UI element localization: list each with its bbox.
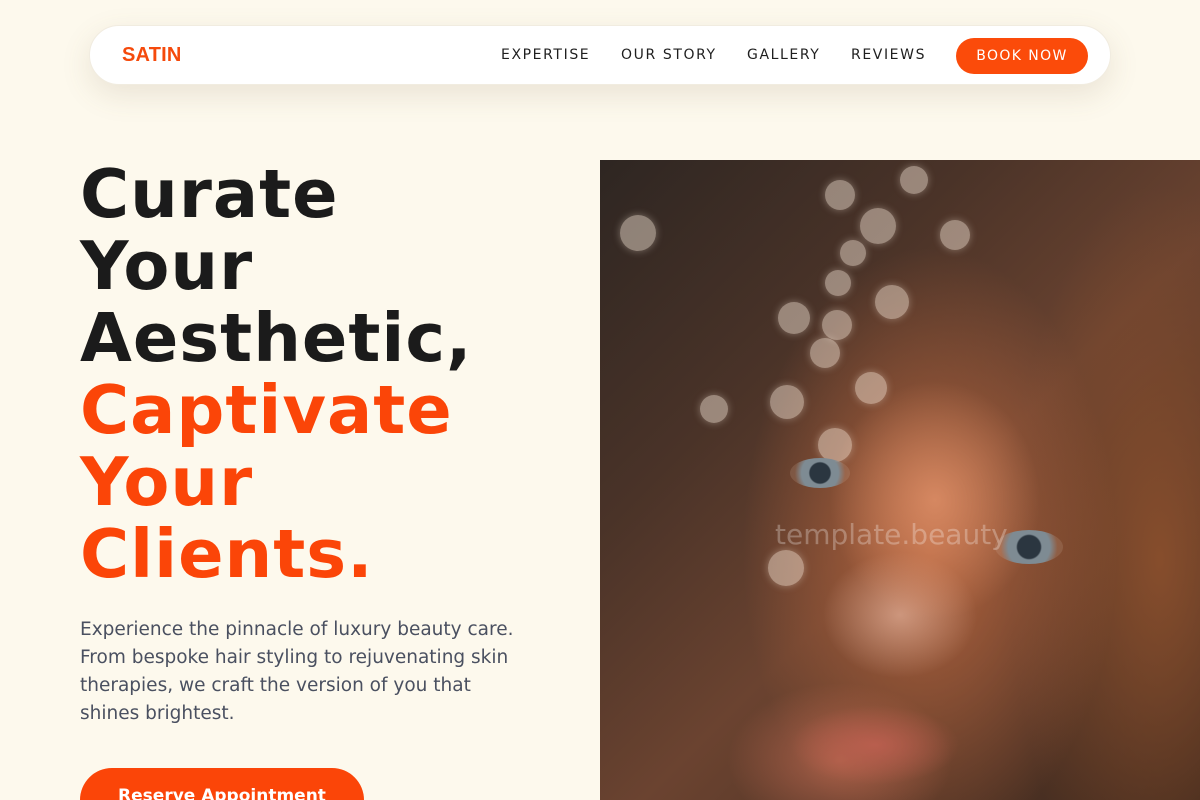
- portrait-lips: [790, 705, 960, 785]
- nav-link-expertise[interactable]: EXPERTISE: [501, 47, 590, 63]
- bokeh-light: [940, 220, 970, 250]
- bokeh-light: [855, 372, 887, 404]
- headline-accent-line: Your: [80, 443, 254, 521]
- headline-line: Aesthetic,: [80, 299, 473, 377]
- portrait-eye: [790, 458, 850, 488]
- headline-line: Your: [80, 227, 254, 305]
- bokeh-light: [860, 208, 896, 244]
- headline-accent-line: Clients.: [80, 515, 374, 593]
- hero-headline: Curate Your Aesthetic, Captivate Your Cl…: [80, 158, 580, 590]
- bokeh-light: [778, 302, 810, 334]
- bokeh-light: [700, 395, 728, 423]
- nav-link-our-story[interactable]: OUR STORY: [621, 47, 717, 63]
- nav-link-gallery[interactable]: GALLERY: [747, 47, 820, 63]
- bokeh-light: [825, 270, 851, 296]
- bokeh-light: [620, 215, 656, 251]
- brand-logo[interactable]: SATIN: [122, 44, 182, 67]
- top-navbar: SATIN EXPERTISE OUR STORY GALLERY REVIEW…: [89, 25, 1111, 85]
- reserve-appointment-button[interactable]: Reserve Appointment: [80, 768, 364, 800]
- nav-link-reviews[interactable]: REVIEWS: [851, 47, 926, 63]
- headline-line: Curate: [80, 155, 339, 233]
- bokeh-light: [770, 385, 804, 419]
- bokeh-light: [818, 428, 852, 462]
- bokeh-light: [810, 338, 840, 368]
- hero-portrait-image: template.beauty: [600, 160, 1200, 800]
- bokeh-light: [825, 180, 855, 210]
- bokeh-light: [768, 550, 804, 586]
- bokeh-light: [875, 285, 909, 319]
- hero-description: Experience the pinnacle of luxury beauty…: [80, 619, 514, 724]
- headline-accent-line: Captivate: [80, 371, 453, 449]
- image-watermark: template.beauty: [775, 518, 1008, 551]
- book-now-button[interactable]: BOOK NOW: [956, 38, 1088, 74]
- bokeh-light: [822, 310, 852, 340]
- bokeh-light: [840, 240, 866, 266]
- bokeh-light: [900, 166, 928, 194]
